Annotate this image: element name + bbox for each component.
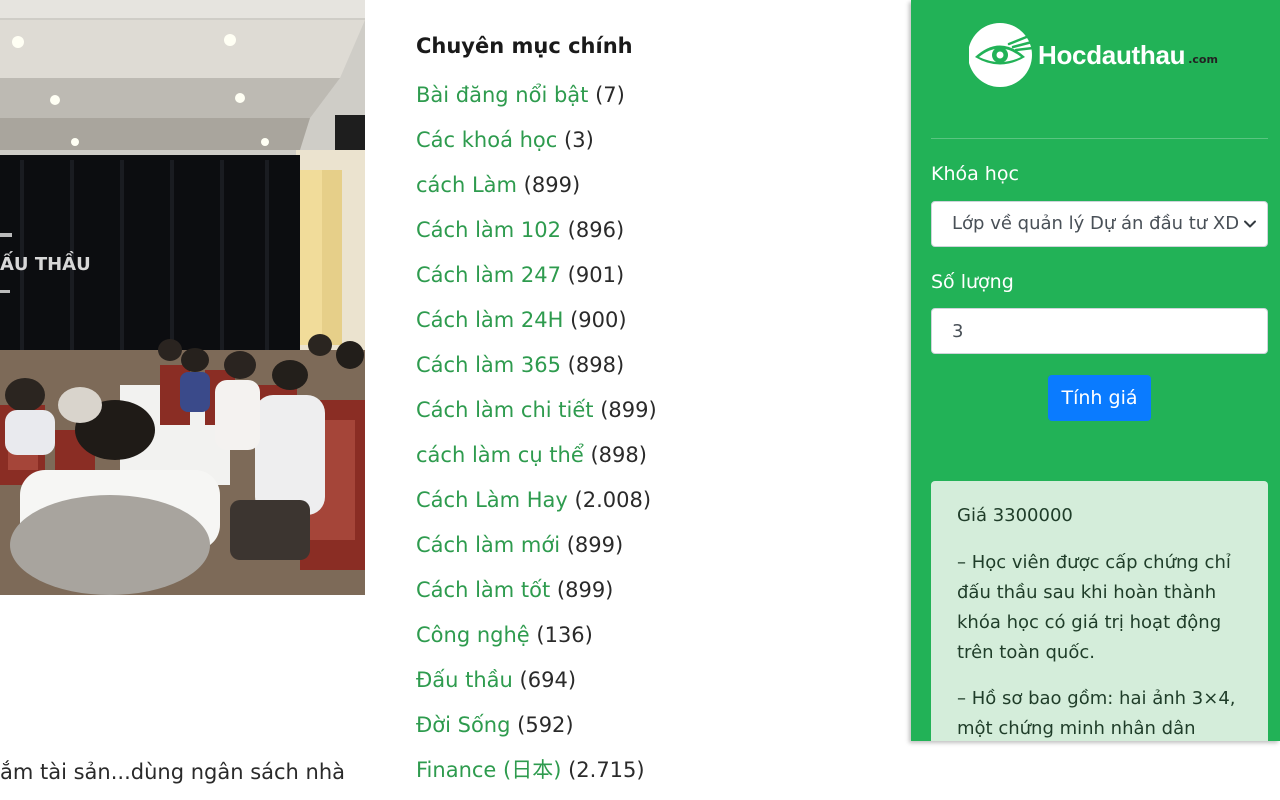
- logo-text: Hocdauthau: [1038, 39, 1186, 70]
- course-label: Khóa học: [931, 163, 1019, 185]
- logo-suffix: .com: [1188, 52, 1218, 66]
- category-list: Bài đăng nổi bật (7) Các khoá học (3) cá…: [416, 80, 886, 800]
- category-link[interactable]: Công nghệ: [416, 623, 530, 647]
- category-item: Cách làm 365 (898): [416, 350, 886, 395]
- category-count: (694): [519, 668, 577, 692]
- category-link[interactable]: Bài đăng nổi bật: [416, 83, 588, 107]
- category-item: Cách làm 102 (896): [416, 215, 886, 260]
- category-item: Finance (日本) (2.715): [416, 755, 886, 800]
- category-count: (896): [567, 218, 625, 242]
- divider: [931, 138, 1268, 139]
- category-link[interactable]: Cách làm tốt: [416, 578, 550, 602]
- category-count: (899): [566, 533, 624, 557]
- category-count: (898): [590, 443, 647, 467]
- category-count: (898): [567, 353, 625, 377]
- price-result-box: Giá 3300000 – Học viên được cấp chứng ch…: [931, 481, 1268, 741]
- category-item: Cách làm mới (899): [416, 530, 886, 575]
- post-excerpt: ắm tài sản...dùng ngân sách nhà: [0, 760, 346, 784]
- category-item: Cách làm tốt (899): [416, 575, 886, 620]
- category-link[interactable]: Đấu thầu: [416, 668, 513, 692]
- quantity-input[interactable]: [931, 308, 1268, 354]
- category-item: Bài đăng nổi bật (7): [416, 80, 886, 125]
- category-item: Cách làm 24H (900): [416, 305, 886, 350]
- result-paragraph: – Hồ sơ bao gồm: hai ảnh 3×4, một chứng …: [957, 688, 1236, 739]
- conference-photo: ẤU THẦU: [0, 0, 365, 595]
- chevron-down-icon: [1244, 220, 1256, 228]
- course-select[interactable]: Lớp về quản lý Dự án đầu tư XD: [931, 201, 1268, 247]
- result-paragraph: – Học viên được cấp chứng chỉ đấu thầu s…: [957, 552, 1231, 663]
- category-count: (136): [536, 623, 593, 647]
- eye-logo-icon: [969, 23, 1035, 87]
- category-link[interactable]: Cách làm chi tiết: [416, 398, 594, 422]
- category-link[interactable]: Finance (日本): [416, 758, 561, 782]
- category-link[interactable]: cách Làm: [416, 173, 517, 197]
- site-logo[interactable]: Hocdauthau .com: [969, 22, 1218, 88]
- category-link[interactable]: cách làm cụ thể: [416, 443, 584, 467]
- category-item: cách Làm (899): [416, 170, 886, 215]
- category-count: (899): [556, 578, 614, 602]
- categories-heading: Chuyên mục chính: [416, 34, 633, 58]
- categories-widget: Chuyên mục chính Bài đăng nổi bật (7) Cá…: [416, 30, 886, 800]
- category-item: cách làm cụ thể (898): [416, 440, 886, 485]
- category-link[interactable]: Cách làm 24H: [416, 308, 563, 332]
- category-count: (2.715): [568, 758, 645, 782]
- banner-text: ẤU THẦU: [0, 251, 91, 275]
- price-calculator-widget: Hocdauthau .com Khóa học Lớp về quản lý D…: [911, 0, 1280, 741]
- category-link[interactable]: Cách làm mới: [416, 533, 560, 557]
- price-line: Giá 3300000: [957, 505, 1073, 526]
- category-link[interactable]: Cách Làm Hay: [416, 488, 568, 512]
- category-link[interactable]: Đời Sống: [416, 713, 510, 737]
- category-item: Các khoá học (3): [416, 125, 886, 170]
- category-count: (2.008): [574, 488, 652, 512]
- category-item: Đời Sống (592): [416, 710, 886, 755]
- category-count: (7): [595, 83, 625, 107]
- category-link[interactable]: Cách làm 365: [416, 353, 561, 377]
- category-count: (899): [523, 173, 581, 197]
- category-link[interactable]: Các khoá học: [416, 128, 557, 152]
- course-select-value: Lớp về quản lý Dự án đầu tư XD: [952, 213, 1240, 234]
- category-link[interactable]: Cách làm 102: [416, 218, 561, 242]
- category-link[interactable]: Cách làm 247: [416, 263, 561, 287]
- category-item: Công nghệ (136): [416, 620, 886, 665]
- category-item: Cách làm 247 (901): [416, 260, 886, 305]
- category-item: Cách làm chi tiết (899): [416, 395, 886, 440]
- category-count: (899): [600, 398, 657, 422]
- category-count: (592): [517, 713, 574, 737]
- category-count: (900): [570, 308, 627, 332]
- calculate-price-button[interactable]: Tính giá: [1048, 375, 1151, 421]
- category-item: Đấu thầu (694): [416, 665, 886, 710]
- quantity-label: Số lượng: [931, 271, 1014, 293]
- category-count: (901): [567, 263, 625, 287]
- category-count: (3): [564, 128, 594, 152]
- category-item: Cách Làm Hay (2.008): [416, 485, 886, 530]
